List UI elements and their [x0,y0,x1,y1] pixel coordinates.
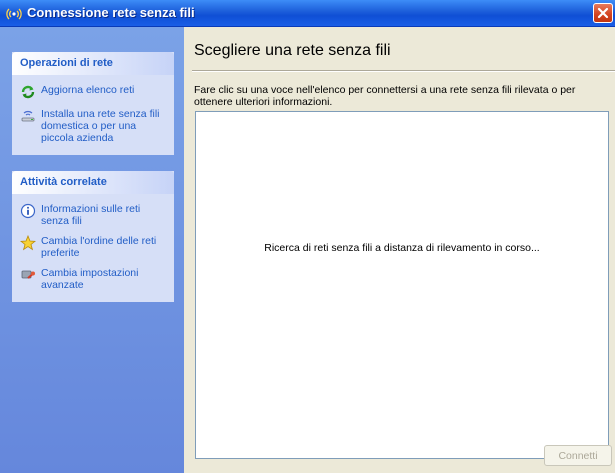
scanning-status-text: Ricerca di reti senza fili a distanza di… [264,242,540,254]
wireless-signal-icon [6,5,22,21]
close-icon [597,4,609,23]
network-tasks-panel: Operazioni di rete Aggiorna elenco reti [12,52,174,155]
title-bar[interactable]: Connessione rete senza fili [0,0,615,27]
connect-button[interactable]: Connetti [544,445,612,466]
divider [192,70,615,72]
main-content: Scegliere una rete senza fili Fare clic … [184,27,615,473]
task-refresh-network-list[interactable]: Aggiorna elenco reti [12,79,174,103]
task-setup-wireless-network[interactable]: Installa una rete senza fili domestica o… [12,103,174,147]
related-tasks-header[interactable]: Attività correlate [12,171,174,194]
related-tasks-panel: Attività correlate Informazioni sulle re… [12,171,174,302]
settings-icon [20,267,36,283]
close-button[interactable] [593,3,613,23]
task-change-advanced-settings[interactable]: Cambia impostazioni avanzate [12,262,174,294]
description-text: Fare clic su una voce nell'elenco per co… [194,84,576,108]
star-icon [20,235,36,251]
network-list[interactable]: Ricerca di reti senza fili a distanza di… [195,111,609,459]
task-label: Installa una rete senza fili domestica o… [41,108,160,144]
task-label: Cambia impostazioni avanzate [41,267,139,291]
setup-wizard-icon [20,108,36,124]
info-icon [20,203,36,219]
task-learn-about-wireless[interactable]: Informazioni sulle reti senza fili [12,198,174,230]
network-tasks-header[interactable]: Operazioni di rete [12,52,174,75]
window-title: Connessione rete senza fili [27,5,195,20]
task-label: Informazioni sulle reti senza fili [41,203,141,227]
page-title: Scegliere una rete senza fili [194,42,391,59]
task-label: Cambia l'ordine delle reti preferite [41,235,157,259]
refresh-icon [20,84,36,100]
task-pane: Operazioni di rete Aggiorna elenco reti [0,27,184,473]
wireless-connection-window: Connessione rete senza fili Operazioni d… [0,0,615,473]
task-change-preferred-order[interactable]: Cambia l'ordine delle reti preferite [12,230,174,262]
task-label: Aggiorna elenco reti [41,84,135,96]
